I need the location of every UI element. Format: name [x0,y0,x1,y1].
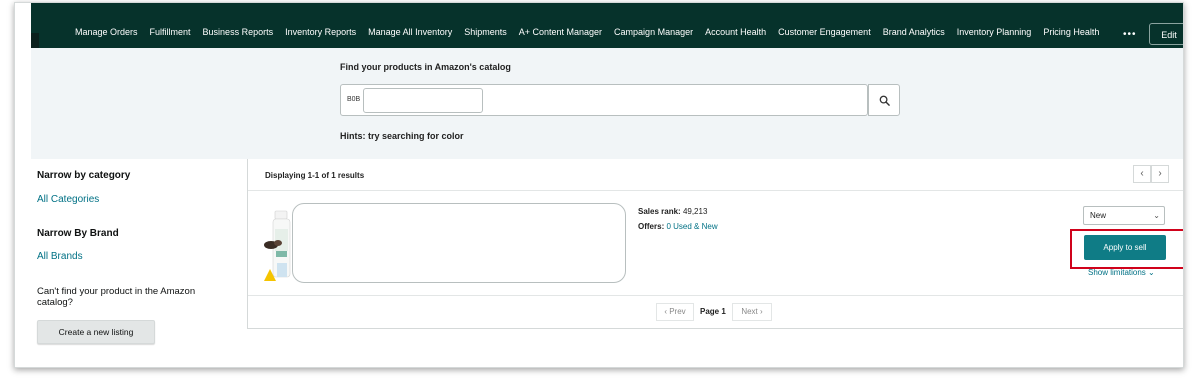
prev-page-button[interactable]: ‹ Prev [656,303,694,321]
pager-arrows: ‹ › [1133,165,1169,183]
condition-select[interactable]: New ⌄ [1083,206,1165,225]
search-button[interactable] [868,84,900,116]
pagination: ‹ Prev Page 1 Next › [248,295,1183,329]
product-title-box [292,203,626,283]
results-header: Displaying 1-1 of 1 results ‹ › [248,159,1183,191]
nav-item-shipments[interactable]: Shipments [464,27,507,37]
create-new-listing-button[interactable]: Create a new listing [37,320,155,344]
top-nav-bar: Manage Orders Fulfillment Business Repor… [31,3,1183,48]
next-label: Next [741,307,758,316]
search-hint: Hints: try searching for color [340,131,464,141]
chevron-right-icon: › [1158,168,1162,179]
offers-link[interactable]: 0 Used & New [666,222,717,231]
nav-item-business-reports[interactable]: Business Reports [203,27,274,37]
nav-item-manage-all-inventory[interactable]: Manage All Inventory [368,27,452,37]
results-count: Displaying 1-1 of 1 results [265,171,365,180]
search-icon [879,95,890,106]
offers: Offers: 0 Used & New [638,222,718,231]
apply-to-sell-button[interactable]: Apply to sell [1084,235,1166,260]
filter-sidebar: Narrow by category All Categories Narrow… [31,159,247,367]
current-page: Page 1 [700,307,726,316]
offers-label: Offers: [638,222,665,231]
nav-item-pricing-health[interactable]: Pricing Health [1043,27,1099,37]
all-brands-link[interactable]: All Brands [37,251,83,262]
nav-item-fulfillment[interactable]: Fulfillment [150,27,191,37]
nav-item-brand-analytics[interactable]: Brand Analytics [883,27,945,37]
product-bottle-image [264,210,291,281]
search-query-prefix: B0B [347,96,361,103]
sales-rank: Sales rank: 49,213 [638,207,707,216]
all-categories-link[interactable]: All Categories [37,194,99,205]
edit-nav-button[interactable]: Edit [1149,23,1183,45]
brand-heading: Narrow By Brand [37,228,119,239]
next-page-button[interactable]: Next › [732,303,772,321]
search-section: Find your products in Amazon's catalog B… [31,48,1183,159]
show-limitations-label: Show limitations [1088,268,1146,277]
app-frame: Manage Orders Fulfillment Business Repor… [14,2,1184,368]
chevron-down-icon: ⌄ [1153,211,1160,220]
nav-item-customer-engagement[interactable]: Customer Engagement [778,27,871,37]
search-input[interactable] [363,88,483,113]
nav-edge [31,33,39,48]
chevron-down-icon: ⌄ [1148,268,1155,277]
product-thumbnail[interactable] [262,207,292,283]
sales-rank-label: Sales rank: [638,207,681,216]
nav-item-account-health[interactable]: Account Health [705,27,766,37]
results-panel: Displaying 1-1 of 1 results ‹ › Sales ra… [247,159,1183,329]
show-limitations-link[interactable]: Show limitations ⌄ [1088,268,1155,277]
sales-rank-value: 49,213 [682,207,708,216]
previous-page-arrow[interactable]: ‹ [1133,165,1151,183]
cant-find-text: Can't find your product in the Amazon ca… [37,286,196,308]
chevron-right-icon: › [760,307,763,316]
nav-item-a-plus-content-manager[interactable]: A+ Content Manager [519,27,602,37]
chevron-left-icon: ‹ [664,307,667,316]
next-page-arrow[interactable]: › [1151,165,1169,183]
nav-items: Manage Orders Fulfillment Business Repor… [75,27,1099,37]
search-heading: Find your products in Amazon's catalog [340,62,511,72]
nav-item-inventory-planning[interactable]: Inventory Planning [957,27,1032,37]
condition-value: New [1090,211,1107,220]
prev-label: Prev [669,307,686,316]
category-heading: Narrow by category [37,170,131,181]
nav-item-campaign-manager[interactable]: Campaign Manager [614,27,693,37]
nav-item-inventory-reports[interactable]: Inventory Reports [285,27,356,37]
chevron-left-icon: ‹ [1140,168,1144,179]
nav-item-manage-orders[interactable]: Manage Orders [75,27,138,37]
search-box: B0B [340,84,868,116]
more-icon[interactable]: ••• [1123,29,1137,40]
